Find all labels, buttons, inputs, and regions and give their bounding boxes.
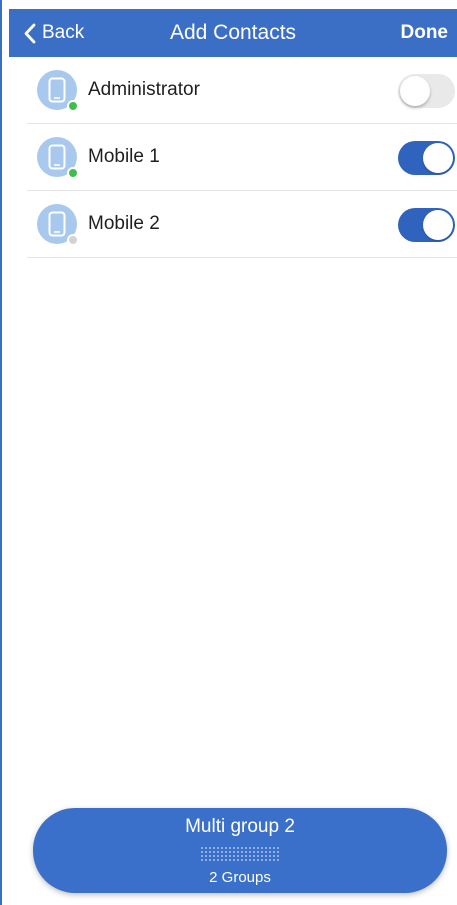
- window-left-edge: [0, 0, 2, 905]
- contact-toggle[interactable]: [398, 74, 455, 108]
- status-dot: [67, 167, 79, 179]
- status-dot: [67, 234, 79, 246]
- drag-grip-icon[interactable]: [200, 846, 280, 862]
- group-count: 2 Groups: [209, 869, 271, 886]
- mobile-device-icon: [48, 144, 66, 170]
- avatar: [37, 204, 79, 246]
- done-button[interactable]: Done: [401, 9, 449, 57]
- contact-row[interactable]: Mobile 2: [27, 191, 457, 258]
- group-selector[interactable]: Multi group 2 2 Groups: [33, 808, 447, 893]
- contact-name: Mobile 2: [88, 213, 160, 234]
- back-button[interactable]: Back: [23, 9, 84, 57]
- mobile-device-icon: [48, 211, 66, 237]
- contact-list: Administrator Mobile 1 Mobile 2: [27, 57, 457, 258]
- contact-toggle[interactable]: [398, 208, 455, 242]
- contact-name: Mobile 1: [88, 146, 160, 167]
- contact-row[interactable]: Mobile 1: [27, 124, 457, 191]
- toggle-knob: [400, 76, 430, 106]
- contact-toggle[interactable]: [398, 141, 455, 175]
- avatar: [37, 137, 79, 179]
- status-dot: [67, 100, 79, 112]
- chevron-left-icon: [23, 23, 36, 44]
- group-name: Multi group 2: [185, 816, 295, 837]
- back-label: Back: [42, 22, 85, 43]
- toggle-knob: [423, 210, 453, 240]
- contact-row[interactable]: Administrator: [27, 57, 457, 124]
- toggle-knob: [423, 143, 453, 173]
- mobile-device-icon: [48, 77, 66, 103]
- avatar: [37, 70, 79, 112]
- contact-name: Administrator: [88, 79, 200, 100]
- navigation-bar: Back Add Contacts Done: [9, 9, 457, 57]
